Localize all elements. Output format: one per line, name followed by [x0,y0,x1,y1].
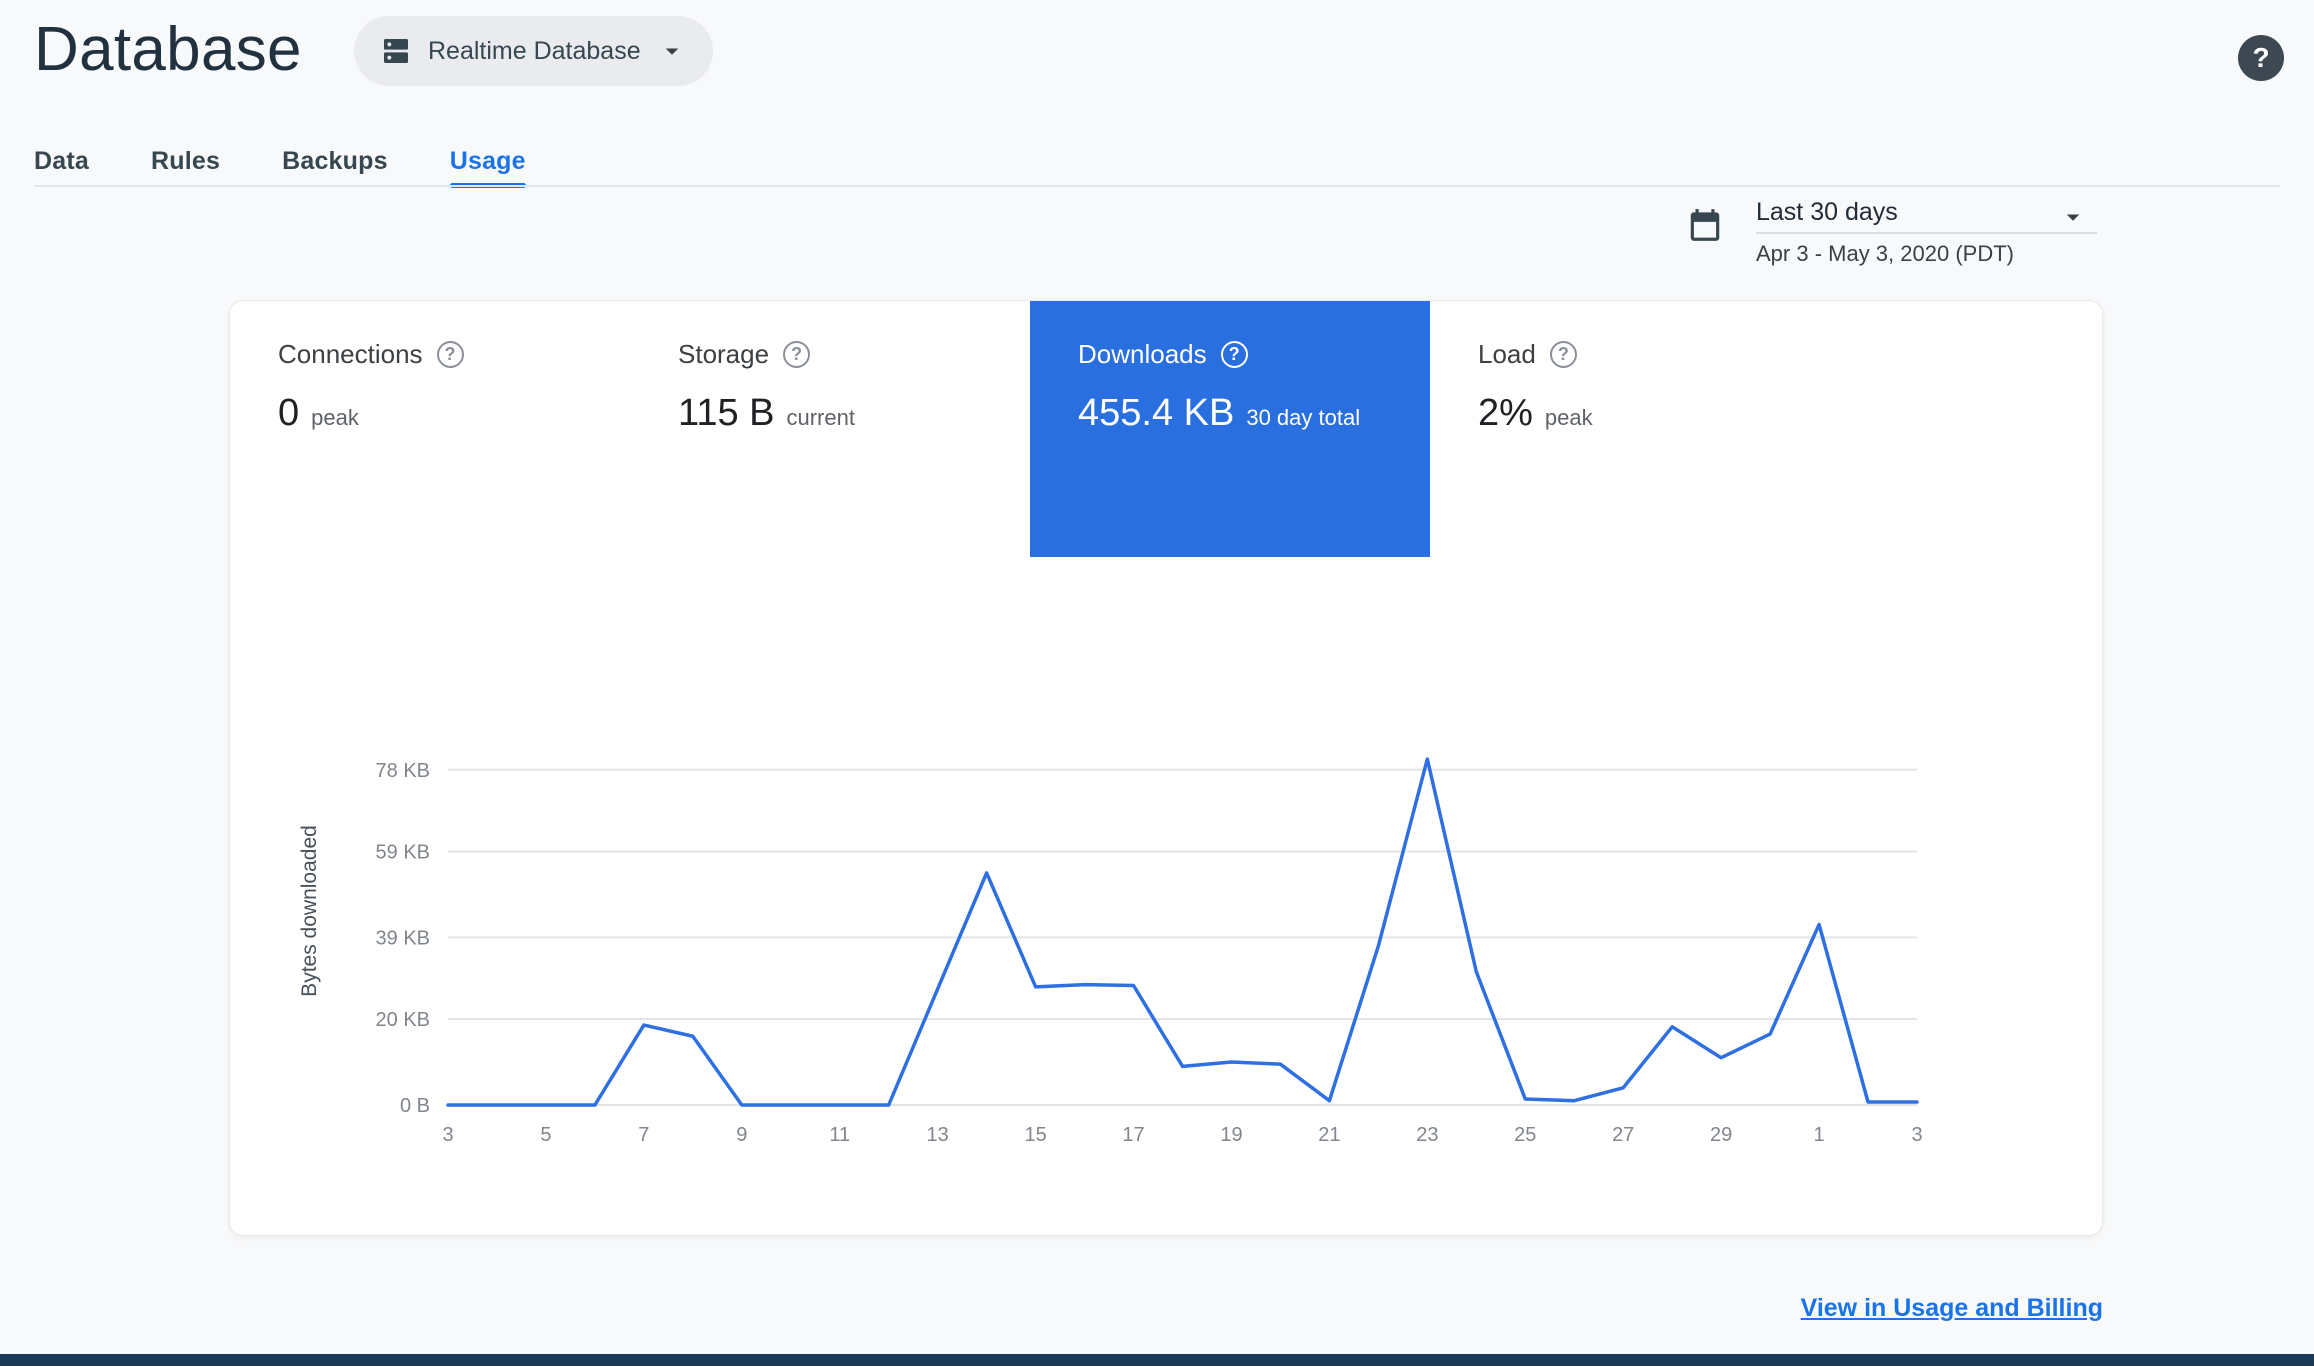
svg-text:9: 9 [736,1124,747,1146]
help-icon[interactable]: ? [2238,35,2284,81]
database-selector-label: Realtime Database [428,36,641,65]
svg-text:13: 13 [927,1124,949,1146]
metric-tile-connections[interactable]: Connections 0 peak [230,301,630,557]
svg-text:27: 27 [1612,1124,1634,1146]
svg-text:7: 7 [638,1124,649,1146]
svg-text:17: 17 [1122,1124,1144,1146]
metric-value: 2% [1478,392,1533,434]
metric-qualifier: 30 day total [1246,405,1361,430]
metric-title: Downloads [1078,339,1207,369]
svg-text:5: 5 [540,1124,551,1146]
svg-text:25: 25 [1514,1124,1536,1146]
metric-title: Load [1478,339,1536,369]
help-outline-icon[interactable] [1220,341,1248,368]
date-range-dropdown[interactable]: Last 30 days [1756,198,2097,227]
metric-value: 115 B [678,392,775,434]
svg-text:20 KB: 20 KB [376,1009,430,1031]
svg-text:21: 21 [1318,1124,1340,1146]
downloads-line-chart-svg: 0 B20 KB39 KB59 KB78 KB3 5 7 9 11 13 15 17 19 21 2… [298,757,1923,1146]
tab-bar: Data Rules Backups Usage [34,138,526,188]
metric-title: Connections [278,339,423,369]
metric-value: 455.4 KB [1078,392,1235,434]
metric-tile-load[interactable]: Load 2% peak [1430,301,1830,557]
svg-text:39 KB: 39 KB [376,927,430,949]
date-range-underline [1756,232,2097,234]
svg-text:15: 15 [1024,1124,1046,1146]
downloads-line-chart: 0 B 20 KB 39 KB 59 KB 78 KB 3 5 7 9 11 13 15 17 19 21 2… [290,741,1970,1171]
bottom-bar [0,1354,2314,1366]
date-range-detail: Apr 3 - May 3, 2020 (PDT) [1756,241,2014,266]
svg-text:1: 1 [1814,1124,1825,1146]
usage-card: Connections 0 peak Storage 115 B current… [229,300,2103,1236]
svg-text:23: 23 [1416,1124,1438,1146]
svg-text:0 B: 0 B [400,1095,430,1117]
metric-title: Storage [678,339,770,369]
calendar-icon [1686,206,1724,249]
svg-text:78 KB: 78 KB [376,760,430,782]
metric-tile-storage[interactable]: Storage 115 B current [630,301,1030,557]
metric-value: 0 [278,392,300,434]
svg-text:29: 29 [1710,1124,1732,1146]
svg-text:11: 11 [829,1124,850,1146]
tabs-divider [34,185,2280,187]
metric-tile-downloads[interactable]: Downloads 455.4 KB 30 day total [1030,301,1430,557]
tab-backups[interactable]: Backups [282,138,388,185]
svg-text:3: 3 [1911,1124,1922,1146]
page-title: Database [34,15,302,84]
metric-qualifier: current [786,405,855,430]
help-outline-icon[interactable] [783,341,811,368]
svg-text:3: 3 [442,1124,453,1146]
tab-data[interactable]: Data [34,138,89,185]
database-icon [380,35,412,67]
help-outline-icon[interactable] [436,341,464,368]
chevron-down-icon [657,36,687,66]
metric-qualifier: peak [1544,405,1593,430]
help-outline-icon[interactable] [1549,341,1577,368]
svg-text:59 KB: 59 KB [376,841,430,863]
metric-qualifier: peak [311,405,359,430]
database-selector-dropdown[interactable]: Realtime Database [354,16,713,86]
svg-text:19: 19 [1220,1124,1242,1146]
view-usage-and-billing-link[interactable]: View in Usage and Billing [1801,1294,2103,1323]
tab-usage[interactable]: Usage [449,138,526,188]
tab-rules[interactable]: Rules [151,138,220,185]
svg-text:Bytes downloaded: Bytes downloaded [298,825,321,997]
